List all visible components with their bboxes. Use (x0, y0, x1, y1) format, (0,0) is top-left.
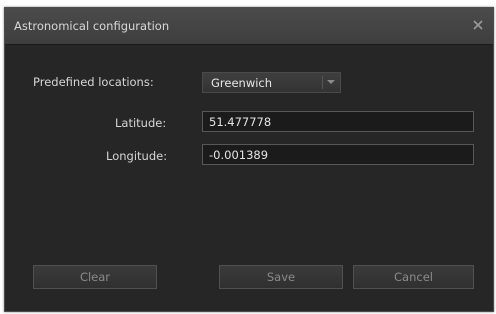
predefined-locations-label: Predefined locations: (33, 75, 154, 89)
select-separator (322, 76, 323, 89)
close-icon[interactable] (470, 17, 486, 33)
astronomical-configuration-dialog: Astronomical configuration Predefined lo… (4, 7, 494, 312)
chevron-down-icon (327, 80, 335, 84)
clear-button[interactable]: Clear (33, 265, 157, 289)
predefined-locations-select[interactable]: Greenwich (202, 72, 341, 93)
dialog-title: Astronomical configuration (14, 19, 170, 33)
latitude-label: Latitude: (115, 116, 167, 130)
predefined-locations-value: Greenwich (211, 76, 273, 90)
cancel-button[interactable]: Cancel (353, 265, 474, 289)
longitude-input[interactable] (202, 144, 474, 165)
dialog-titlebar[interactable]: Astronomical configuration (5, 8, 493, 45)
longitude-label: Longitude: (106, 149, 168, 163)
latitude-input[interactable] (202, 111, 474, 132)
save-button[interactable]: Save (219, 265, 343, 289)
